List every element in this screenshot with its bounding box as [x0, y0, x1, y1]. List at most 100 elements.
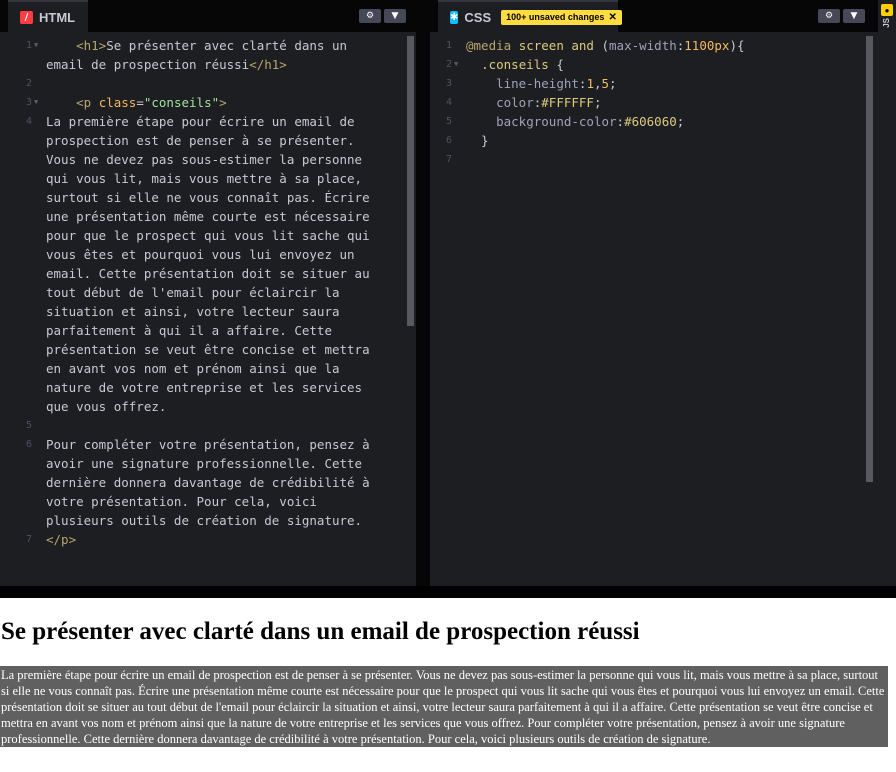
line-number: 4 [445, 97, 452, 108]
code-text: </p> [46, 530, 76, 549]
code-line[interactable]: avoir une signature professionnelle. Cet… [0, 454, 416, 473]
code-line[interactable]: pour que le prospect qui vous lit sache … [0, 226, 416, 245]
code-line[interactable]: email. Cette présentation doit se situer… [0, 264, 416, 283]
code-token: background-color [496, 114, 617, 129]
css-settings-button[interactable]: ⚙ [818, 9, 840, 23]
code-line[interactable]: votre présentation. Pour cela, voici [0, 492, 416, 511]
code-text: prospection est de penser à se présenter… [46, 131, 355, 150]
unsaved-changes-badge[interactable]: 100+ unsaved changes ✕ [501, 9, 622, 25]
code-line[interactable]: 1 ▼ <h1>Se présenter avec clarté dans un [0, 36, 416, 55]
code-token: and [571, 38, 602, 53]
code-line[interactable]: 5 background-color:#606060; [430, 112, 878, 131]
code-line[interactable]: email de prospection réussi</h1> [0, 55, 416, 74]
code-text: .conseils { [466, 55, 564, 74]
code-line[interactable]: 7 </p> [0, 530, 416, 549]
code-line[interactable]: 4 La première étape pour écrire un email … [0, 112, 416, 131]
css-editor-panel: ✱ CSS 100+ unsaved changes ✕ ⚙ ▼ 1 @media… [430, 0, 878, 586]
css-collapse-button[interactable]: ▼ [843, 9, 865, 23]
code-text: présentation se veut être concise et met… [46, 340, 370, 359]
code-text: email de prospection réussi</h1> [46, 55, 287, 74]
html-collapse-button[interactable]: ▼ [384, 9, 406, 23]
preview-heading: Se présenter avec clarté dans un email d… [1, 618, 640, 645]
code-token: avoir une signature professionnelle. Cet… [46, 456, 363, 471]
code-token: > [219, 95, 227, 110]
code-line[interactable]: une présentation même courte est nécessa… [0, 207, 416, 226]
code-text: pour que le prospect qui vous lit sache … [46, 226, 370, 245]
code-token: <h1> [76, 38, 107, 53]
fold-chevron-icon[interactable]: ▼ [34, 36, 38, 55]
code-line[interactable]: en avant vos nom et prénom ainsi que la [0, 359, 416, 378]
code-token: ( [601, 38, 610, 53]
code-line[interactable]: dernière donnera davantage de crédibilit… [0, 473, 416, 492]
code-text: surtout si elle ne vous connaît pas. Écr… [46, 188, 370, 207]
fold-chevron-icon[interactable]: ▼ [34, 93, 38, 112]
line-number: 7 [25, 534, 32, 545]
gear-icon: ⚙ [365, 11, 375, 21]
code-line[interactable]: 1 @media screen and (max-width:1100px){ [430, 36, 878, 55]
code-line[interactable]: plusieurs outils de création de signatur… [0, 511, 416, 530]
code-line[interactable]: 6 } [430, 131, 878, 150]
code-line[interactable]: parfaitement à qui il a affaire. Cette [0, 321, 416, 340]
code-line[interactable]: 3 line-height:1,5; [430, 74, 878, 93]
css-scrollbar[interactable] [866, 36, 873, 482]
code-line[interactable]: 5 [0, 416, 416, 435]
code-line[interactable]: 4 color:#FFFFFF; [430, 93, 878, 112]
code-text: <h1>Se présenter avec clarté dans un [46, 36, 347, 55]
code-line[interactable]: situation et ainsi, votre lecteur saura [0, 302, 416, 321]
js-editor-collapsed[interactable]: ● JS [878, 0, 896, 586]
code-line[interactable]: surtout si elle ne vous connaît pas. Écr… [0, 188, 416, 207]
code-line[interactable]: présentation se veut être concise et met… [0, 340, 416, 359]
fold-chevron-icon[interactable]: ▼ [454, 55, 458, 74]
html-settings-button[interactable]: ⚙ [359, 9, 381, 23]
code-token: votre présentation. Pour cela, voici [46, 494, 317, 509]
code-line[interactable]: 2 [0, 74, 416, 93]
code-token: ){ [729, 38, 745, 53]
css-tab-label: CSS [464, 9, 492, 25]
code-text: que vous offrez. [46, 397, 166, 416]
code-token: = [136, 95, 144, 110]
html-scrollbar[interactable] [407, 36, 414, 326]
code-token: <p [76, 95, 99, 110]
code-text: La première étape pour écrire un email d… [46, 112, 355, 131]
asterisk-icon: ✱ [450, 10, 459, 24]
panel-resize-handle[interactable] [416, 0, 430, 586]
code-token: La première étape pour écrire un email d… [46, 114, 355, 129]
code-line[interactable]: vous êtes et pourquoi vous lui envoyez u… [0, 245, 416, 264]
html-code-editor[interactable]: 1 ▼ <h1>Se présenter avec clarté dans un e… [0, 36, 416, 586]
code-token: #FFFFFF [541, 95, 594, 110]
code-text: plusieurs outils de création de signatur… [46, 511, 362, 530]
code-text: situation et ainsi, votre lecteur saura [46, 302, 340, 321]
code-token: { [556, 57, 564, 72]
code-line[interactable]: que vous offrez. [0, 397, 416, 416]
code-line[interactable]: Vous ne devez pas sous-estimer la person… [0, 150, 416, 169]
code-token: </p> [46, 532, 77, 547]
code-text: vous êtes et pourquoi vous lui envoyez u… [46, 245, 355, 264]
line-number: 3 [25, 97, 32, 108]
line-number: 5 [445, 116, 452, 127]
tab-css[interactable]: ✱ CSS 100+ unsaved changes ✕ [438, 0, 622, 32]
code-token: 5 [601, 76, 610, 91]
code-token: line-height [496, 76, 579, 91]
code-line[interactable]: tout début de l'email pour éclaircir la [0, 283, 416, 302]
code-token: .conseils [481, 57, 557, 72]
line-number: 7 [445, 154, 452, 165]
code-line[interactable]: 7 [430, 150, 878, 169]
code-text: tout début de l'email pour éclaircir la [46, 283, 340, 302]
tab-html[interactable]: / HTML [8, 0, 88, 32]
preview-conseils-paragraph: La première étape pour écrire un email d… [0, 666, 888, 747]
line-number: 2 [445, 59, 452, 70]
tab-js[interactable]: ● JS [878, 4, 896, 32]
code-line[interactable]: 2 ▼ .conseils { [430, 55, 878, 74]
chevron-down-icon: ▼ [850, 11, 858, 21]
css-code-editor[interactable]: 1 @media screen and (max-width:1100px){2 ▼… [430, 36, 878, 586]
code-token: vous êtes et pourquoi vous lui envoyez u… [46, 247, 355, 262]
code-text: } [466, 131, 489, 150]
close-icon[interactable]: ✕ [608, 12, 616, 23]
code-line[interactable]: qui vous lit, mais vous mettre à sa plac… [0, 169, 416, 188]
code-text: nature de votre entreprise et les servic… [46, 378, 362, 397]
code-text: Pour compléter votre présentation, pense… [46, 435, 370, 454]
code-line[interactable]: 3 ▼ <p class="conseils"> [0, 93, 416, 112]
code-line[interactable]: prospection est de penser à se présenter… [0, 131, 416, 150]
code-line[interactable]: nature de votre entreprise et les servic… [0, 378, 416, 397]
code-line[interactable]: 6 Pour compléter votre présentation, pens… [0, 435, 416, 454]
